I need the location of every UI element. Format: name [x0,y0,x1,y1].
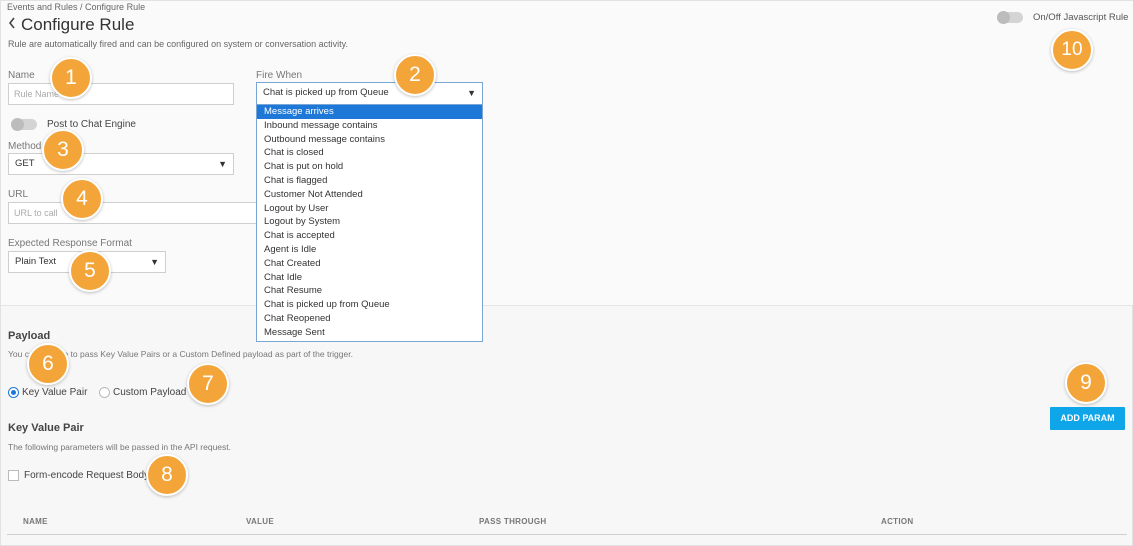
dropdown-option[interactable]: Customer Not Attended [257,188,482,202]
key-value-pair-radio[interactable] [8,387,19,398]
response-format-value: Plain Text [15,256,57,267]
dropdown-option[interactable]: Logout by System [257,215,482,229]
column-header-pass-through: PASS THROUGH [479,517,547,526]
annotation-badge-7: 7 [187,363,229,405]
key-value-pair-label: Key Value Pair [22,387,88,398]
dropdown-option[interactable]: Message Sent [257,326,482,340]
dropdown-option[interactable]: Chat Resume [257,284,482,298]
fire-when-select[interactable]: Chat is picked up from Queue ▼ [256,82,483,105]
breadcrumb[interactable]: Events and Rules / Configure Rule [7,2,145,12]
dropdown-option[interactable]: Chat is accepted [257,229,482,243]
dropdown-option[interactable]: Chat is closed [257,146,482,160]
dropdown-option[interactable]: Chat Idle [257,271,482,285]
dropdown-option[interactable]: Chat is flagged [257,174,482,188]
page-description: Rule are automatically fired and can be … [8,39,349,49]
url-input[interactable]: URL to call [8,202,258,224]
method-value: GET [15,158,35,169]
configure-rule-page: Events and Rules / Configure Rule Config… [0,0,1133,546]
dropdown-option[interactable]: Chat Created [257,257,482,271]
caret-down-icon: ▼ [218,159,227,169]
page-title: Configure Rule [21,15,135,34]
dropdown-option[interactable]: Message arrives [257,105,482,119]
column-header-action: ACTION [881,517,914,526]
form-encode-checkbox[interactable] [8,470,19,481]
table-divider [7,534,1127,535]
annotation-badge-9: 9 [1065,362,1107,404]
annotation-badge-5: 5 [69,250,111,292]
response-format-label: Expected Response Format [8,238,132,249]
url-label: URL [8,189,29,200]
custom-payload-radio[interactable] [99,387,110,398]
fire-when-dropdown-list: Message arrives Inbound message contains O… [256,105,483,342]
caret-down-icon: ▼ [150,257,159,267]
post-to-chat-toggle[interactable] [11,118,37,131]
annotation-badge-8: 8 [146,454,188,496]
dropdown-option[interactable]: Agent is Idle [257,243,482,257]
caret-down-icon: ▼ [467,88,476,98]
custom-payload-label: Custom Payload [113,387,187,398]
dropdown-option[interactable]: Chat is picked up from Queue [257,298,482,312]
add-param-button[interactable]: ADD PARAM [1050,407,1125,430]
method-select[interactable]: GET ▼ [8,153,234,175]
dropdown-option[interactable]: Logout by User [257,202,482,216]
form-encode-label: Form-encode Request Body [24,470,150,481]
back-arrow-icon[interactable] [8,16,16,30]
dropdown-option[interactable]: Chat Reopened [257,312,482,326]
fire-when-value: Chat is picked up from Queue [263,87,389,98]
column-header-value: VALUE [246,517,275,526]
annotation-badge-2: 2 [394,54,436,96]
key-value-pair-title: Key Value Pair [8,422,84,434]
javascript-rule-label: On/Off Javascript Rule [1033,12,1129,23]
dropdown-option[interactable]: Chat is put on hold [257,160,482,174]
annotation-badge-1: 1 [50,57,92,99]
annotation-badge-6: 6 [27,343,69,385]
javascript-rule-toggle[interactable] [997,11,1023,24]
rule-name-input[interactable]: Rule Name [8,83,234,105]
toggle-knob [997,11,1010,24]
payload-title: Payload [8,330,51,342]
dropdown-option[interactable]: Outbound message contains [257,133,482,147]
column-header-name: NAME [23,517,48,526]
annotation-badge-3: 3 [42,129,84,171]
toggle-knob [11,118,24,131]
fire-when-label: Fire When [256,70,303,81]
annotation-badge-10: 10 [1051,29,1093,71]
key-value-pair-description: The following parameters will be passed … [8,442,232,452]
annotation-badge-4: 4 [61,178,103,220]
name-label: Name [8,70,35,81]
method-label: Method [8,141,42,152]
dropdown-option[interactable]: Inbound message contains [257,119,482,133]
